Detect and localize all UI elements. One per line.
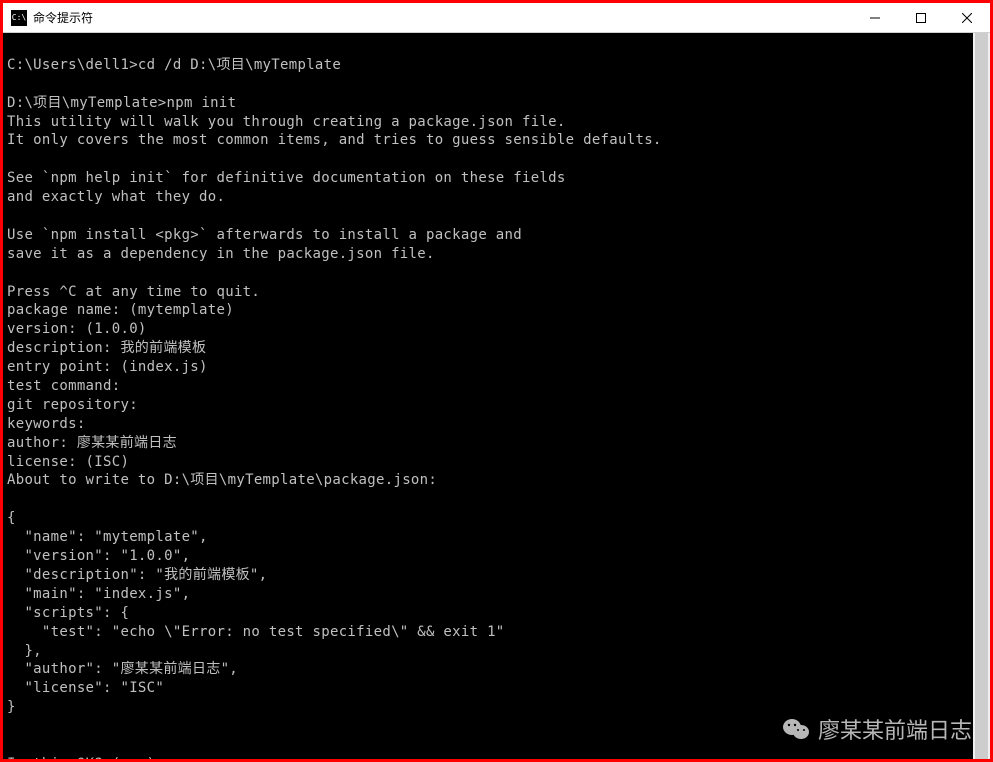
cmd-icon: C:\ xyxy=(11,10,27,26)
watermark: 廖某某前端日志 xyxy=(782,713,972,745)
scrollbar-thumb[interactable] xyxy=(975,33,988,759)
terminal-area: C:\Users\dell1>cd /d D:\项目\myTemplate D:… xyxy=(3,33,990,759)
maximize-icon xyxy=(916,13,926,23)
window-controls xyxy=(852,3,990,32)
window-title: 命令提示符 xyxy=(33,9,852,26)
minimize-button[interactable] xyxy=(852,3,898,32)
wechat-icon xyxy=(782,717,810,741)
minimize-icon xyxy=(870,13,880,23)
close-button[interactable] xyxy=(944,3,990,32)
vertical-scrollbar[interactable] xyxy=(973,33,990,759)
terminal-output[interactable]: C:\Users\dell1>cd /d D:\项目\myTemplate D:… xyxy=(3,33,973,759)
watermark-text: 廖某某前端日志 xyxy=(818,713,972,745)
maximize-button[interactable] xyxy=(898,3,944,32)
window-titlebar: C:\ 命令提示符 xyxy=(3,3,990,33)
close-icon xyxy=(962,13,972,23)
